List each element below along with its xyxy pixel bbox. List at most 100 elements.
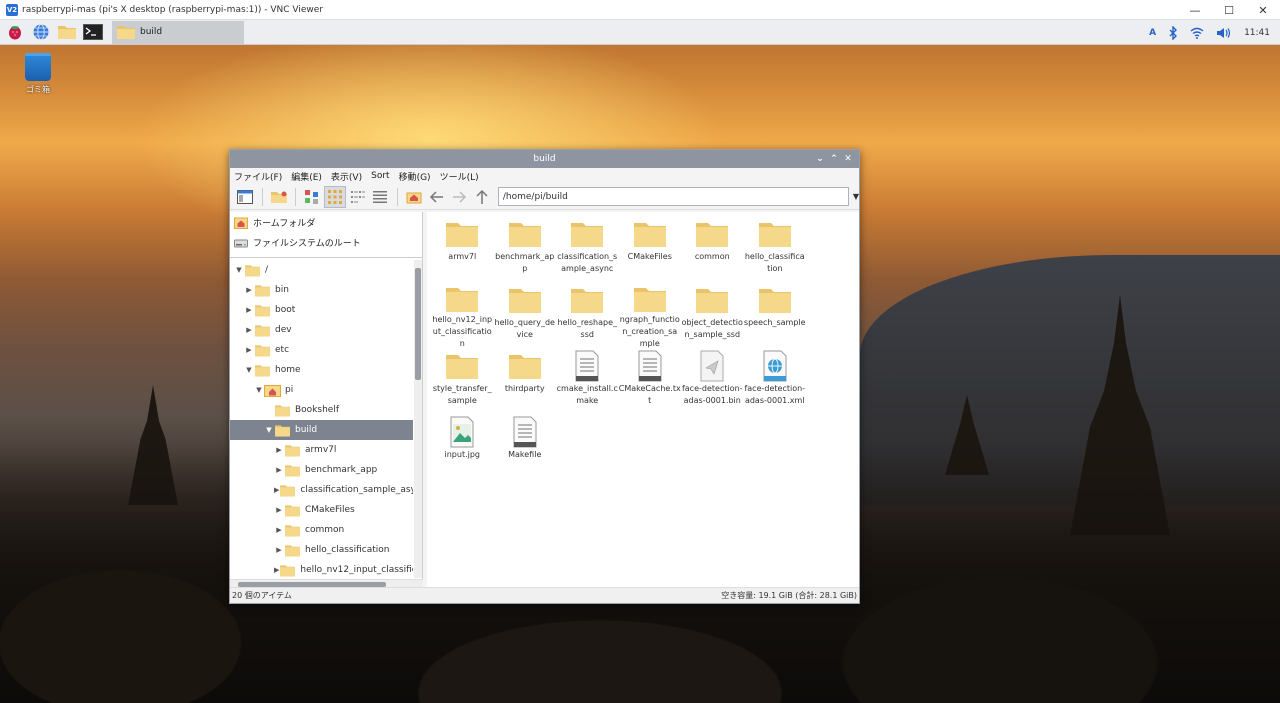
maximize-button[interactable]: ☐ <box>1212 0 1246 20</box>
tree-node[interactable]: Bookshelf <box>230 400 413 420</box>
folder-icon <box>284 524 301 537</box>
file-item[interactable]: face-detection-adas-0001.bin <box>681 350 744 416</box>
collapsed-arrow-icon[interactable]: ▶ <box>244 326 254 334</box>
file-manager-icon[interactable] <box>56 21 78 43</box>
file-item[interactable]: cmake_install.cmake <box>556 350 619 416</box>
menu-go[interactable]: 移動(G) <box>399 170 431 183</box>
menu-tools[interactable]: ツール(L) <box>440 170 479 183</box>
address-dropdown-icon[interactable]: ▼ <box>853 192 859 201</box>
expanded-arrow-icon[interactable]: ▼ <box>234 266 244 274</box>
tree-node[interactable]: ▼ pi <box>230 380 413 400</box>
icon-view-button[interactable] <box>324 185 346 208</box>
folder-item[interactable]: benchmark_app <box>494 218 557 284</box>
tree-node[interactable]: ▶ boot <box>230 300 413 320</box>
window-close-button[interactable]: ✕ <box>841 154 855 164</box>
tree-node[interactable]: ▶ dev <box>230 320 413 340</box>
file-label: face-detection-adas-0001.bin <box>681 384 743 405</box>
collapsed-arrow-icon[interactable]: ▶ <box>274 546 284 554</box>
trash-desktop-icon[interactable]: ゴミ箱 <box>18 53 58 95</box>
window-title-bar[interactable]: build ⌄ ⌃ ✕ <box>230 150 859 168</box>
clock[interactable]: 11:41 <box>1244 28 1270 38</box>
taskbar-window-build[interactable]: build <box>112 20 244 44</box>
folder-item[interactable]: style_transfer_sample <box>431 350 494 416</box>
tree-node[interactable]: ▶ etc <box>230 340 413 360</box>
tree-node[interactable]: ▶ bin <box>230 280 413 300</box>
places-list: ホームフォルダ ファイルシステムのルート <box>230 212 422 258</box>
wifi-icon[interactable] <box>1190 27 1204 39</box>
tree-node[interactable]: ▶ common <box>230 520 413 540</box>
terminal-icon[interactable] <box>82 21 104 43</box>
folder-item[interactable]: hello_reshape_ssd <box>556 284 619 350</box>
tree-node[interactable]: ▶ benchmark_app <box>230 460 413 480</box>
tree-node-label: dev <box>275 325 292 335</box>
compact-view-button[interactable] <box>347 186 369 208</box>
folder-icon <box>254 344 271 357</box>
collapsed-arrow-icon[interactable]: ▶ <box>274 466 284 474</box>
file-item[interactable]: face-detection-adas-0001.xml <box>744 350 807 416</box>
vnc-title-text: raspberrypi-mas (pi's X desktop (raspber… <box>22 4 324 15</box>
window-maximize-button[interactable]: ⌃ <box>827 154 841 164</box>
tree-vertical-scrollbar[interactable] <box>414 260 422 578</box>
back-button[interactable] <box>426 186 448 208</box>
file-item[interactable]: CMakeCache.txt <box>619 350 682 416</box>
folder-item[interactable]: armv7l <box>431 218 494 284</box>
new-window-button[interactable] <box>234 186 256 208</box>
menu-view[interactable]: 表示(V) <box>331 170 362 183</box>
folder-item[interactable]: hello_classification <box>744 218 807 284</box>
window-minimize-button[interactable]: ⌄ <box>813 154 827 164</box>
menu-file[interactable]: ファイル(F) <box>234 170 282 183</box>
raspberry-menu-icon[interactable] <box>4 21 26 43</box>
minimize-button[interactable]: — <box>1178 0 1212 20</box>
place-label: ファイルシステムのルート <box>253 238 361 249</box>
place-filesystem-root[interactable]: ファイルシステムのルート <box>230 232 422 252</box>
thumbnail-view-button[interactable] <box>301 186 323 208</box>
tree-node[interactable]: ▼ build <box>230 420 413 440</box>
tree-node[interactable]: ▶classification_sample_async <box>230 480 413 500</box>
folder-item[interactable]: ngraph_function_creation_sample <box>619 284 682 350</box>
close-button[interactable]: ✕ <box>1246 0 1280 20</box>
list-view-button[interactable] <box>369 186 391 208</box>
tree-node[interactable]: ▼ home <box>230 360 413 380</box>
file-item[interactable]: Makefile <box>494 416 557 482</box>
folder-item[interactable]: hello_query_device <box>494 284 557 350</box>
tree-node[interactable]: ▶ armv7l <box>230 440 413 460</box>
file-label: benchmark_app <box>495 252 555 273</box>
folder-item[interactable]: CMakeFiles <box>619 218 682 284</box>
web-browser-icon[interactable] <box>30 21 52 43</box>
input-method-indicator[interactable]: A <box>1149 28 1156 38</box>
folder-item[interactable]: thirdparty <box>494 350 557 416</box>
expanded-arrow-icon[interactable]: ▼ <box>254 386 264 394</box>
folder-item[interactable]: hello_nv12_input_classification <box>431 284 494 350</box>
up-button[interactable] <box>471 186 493 208</box>
collapsed-arrow-icon[interactable]: ▶ <box>274 506 284 514</box>
collapsed-arrow-icon[interactable]: ▶ <box>274 526 284 534</box>
collapsed-arrow-icon[interactable]: ▶ <box>244 306 254 314</box>
volume-icon[interactable] <box>1216 27 1232 39</box>
tree-node-label: etc <box>275 345 290 355</box>
folder-item[interactable]: object_detection_sample_ssd <box>681 284 744 350</box>
address-bar[interactable]: /home/pi/build <box>497 187 849 206</box>
tree-node[interactable]: ▶ hello_classification <box>230 540 413 560</box>
menu-sort[interactable]: Sort <box>371 171 389 181</box>
text-file-icon <box>570 350 604 382</box>
place-home-folder[interactable]: ホームフォルダ <box>230 212 422 232</box>
file-item[interactable]: input.jpg <box>431 416 494 482</box>
home-button[interactable] <box>403 186 425 208</box>
expanded-arrow-icon[interactable]: ▼ <box>244 366 254 374</box>
forward-button[interactable] <box>448 186 470 208</box>
file-view: armv7l benchmark_app classification_sample… <box>427 212 859 588</box>
folder-item[interactable]: classification_sample_async <box>556 218 619 284</box>
bluetooth-icon[interactable] <box>1168 25 1178 40</box>
folder-item[interactable]: common <box>681 218 744 284</box>
collapsed-arrow-icon[interactable]: ▶ <box>244 346 254 354</box>
collapsed-arrow-icon[interactable]: ▶ <box>244 286 254 294</box>
scroll-thumb[interactable] <box>415 268 421 380</box>
menu-edit[interactable]: 編集(E) <box>291 170 322 183</box>
tree-node[interactable]: ▼ / <box>230 260 413 280</box>
new-folder-button[interactable] <box>268 186 290 208</box>
folder-item[interactable]: speech_sample <box>744 284 807 350</box>
tree-node[interactable]: ▶ CMakeFiles <box>230 500 413 520</box>
expanded-arrow-icon[interactable]: ▼ <box>264 426 274 434</box>
collapsed-arrow-icon[interactable]: ▶ <box>274 446 284 454</box>
tree-node[interactable]: ▶hello_nv12_input_classification <box>230 560 413 578</box>
